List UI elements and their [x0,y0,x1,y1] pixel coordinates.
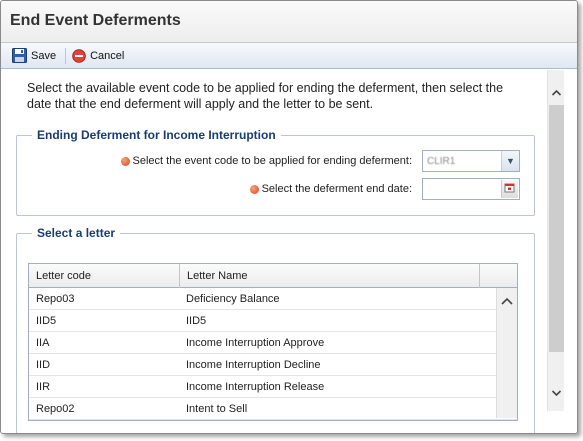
required-indicator-icon [249,184,259,194]
event-code-value: CLIR1 [427,155,456,167]
chevron-up-icon[interactable] [551,88,562,98]
event-code-row: Select the event code to be applied for … [120,150,520,172]
letter-code-cell: IID5 [36,314,57,327]
letter-name-cell: IID5 [186,314,207,327]
chevron-up-icon[interactable] [497,294,517,308]
scrollbar-thumb[interactable] [549,105,564,352]
table-row[interactable]: IID5 IID5 [29,310,517,332]
letter-code-cell: IID [36,358,51,371]
save-button[interactable]: Save [12,48,56,63]
letter-name-cell: Income Interruption Decline [186,358,321,371]
letter-legend: Select a letter [32,226,121,240]
letter-code-cell: IIR [36,380,51,393]
letter-grid-body: Repo03 Deficiency Balance IID5 IID5 IIA … [29,288,517,420]
end-event-deferments-dialog: End Event Deferments Save Cancel Select … [0,0,578,434]
letter-name-cell: Deficiency Balance [186,292,280,305]
dialog-scrollbar[interactable] [547,70,564,411]
letter-code-cell: IIA [36,336,50,349]
chevron-down-icon[interactable]: ▼ [501,151,519,171]
table-row[interactable]: IIA Income Interruption Approve [29,332,517,354]
event-code-select[interactable]: CLIR1 ▼ [422,150,520,172]
column-header-letter-code[interactable]: Letter code [29,264,180,288]
dialog-titlebar: End Event Deferments [1,1,577,43]
table-row[interactable]: IID Income Interruption Decline [29,354,517,376]
ending-deferment-group: Ending Deferment for Income Interruption… [16,128,535,216]
dialog-title: End Event Deferments [10,12,181,29]
calendar-icon[interactable] [501,180,518,198]
letter-grid-scrollbar[interactable] [496,288,517,418]
instructions-text: Select the available event code to be ap… [27,81,504,111]
toolbar-separator [65,47,67,64]
end-date-label: Select the deferment end date: [261,183,412,195]
chevron-down-icon[interactable] [551,388,562,398]
letter-grid: Letter code Letter Name Repo03 Deficienc… [28,263,518,421]
required-indicator-icon [120,156,130,166]
cancel-label: Cancel [90,49,125,62]
table-row[interactable]: IIR Income Interruption Release [29,376,517,398]
event-code-label: Select the event code to be applied for … [132,155,412,167]
cancel-button[interactable]: Cancel [72,48,125,63]
column-header-spacer [480,264,517,288]
letter-grid-header: Letter code Letter Name [29,264,517,288]
column-header-letter-name[interactable]: Letter Name [180,264,480,288]
letter-code-cell: Repo02 [36,402,75,415]
table-row[interactable]: Repo02 Intent to Sell [29,398,517,420]
end-date-input[interactable] [422,178,520,200]
letter-code-cell: Repo03 [36,292,75,305]
letter-name-cell: Intent to Sell [186,402,248,415]
ending-deferment-legend: Ending Deferment for Income Interruption [32,128,281,142]
save-label: Save [31,49,57,62]
letter-name-cell: Income Interruption Release [186,380,325,393]
table-row[interactable]: Repo03 Deficiency Balance [29,288,517,310]
letter-name-cell: Income Interruption Approve [186,336,325,349]
end-date-row: Select the deferment end date: [249,178,520,200]
cancel-icon [72,48,86,63]
save-icon [12,48,27,63]
letter-group: Select a letter Letter code Letter Name … [16,226,535,433]
dialog-content: Select the available event code to be ap… [1,70,547,433]
toolbar: Save Cancel [1,43,577,69]
